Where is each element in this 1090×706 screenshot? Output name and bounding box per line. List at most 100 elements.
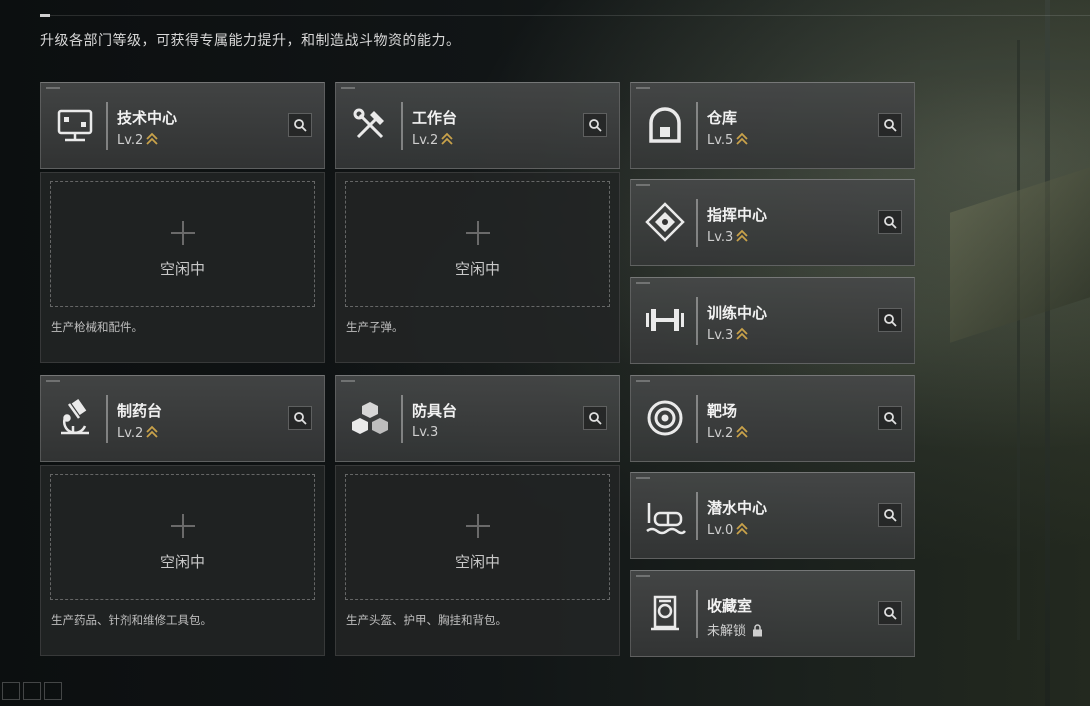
card-tag [636, 184, 650, 186]
search-icon [589, 119, 602, 132]
department-level: Lv.2 [412, 132, 453, 150]
upgrade-chevron-icon [736, 425, 748, 443]
search-icon [884, 509, 897, 522]
level-text: Lv.2 [707, 426, 734, 441]
card-tag [341, 380, 355, 382]
department-card-armor-bench[interactable]: 防具台 Lv.3 [335, 375, 620, 462]
plus-icon [466, 514, 490, 538]
page-subtitle: 升级各部门等级，可获得专属能力提升，和制造战斗物资的能力。 [40, 33, 461, 49]
department-name: 防具台 [412, 402, 458, 420]
level-text: Lv.3 [707, 230, 734, 245]
search-button[interactable] [878, 210, 902, 234]
department-level: Lv.3 [707, 229, 748, 247]
lock-icon [752, 624, 763, 641]
production-slot-pharmacy[interactable]: 空闲中 生产药品、针剂和维修工具包。 [40, 465, 325, 656]
card-tag [636, 477, 650, 479]
slot-description: 生产子弹。 [346, 320, 404, 334]
upgrade-chevron-icon [146, 132, 158, 150]
card-divider [401, 102, 403, 150]
department-card-pharmacy[interactable]: 制药台 Lv.2 [40, 375, 325, 462]
department-level: Lv.0 [707, 522, 748, 540]
search-button[interactable] [878, 503, 902, 527]
tools-icon [348, 103, 392, 147]
card-tag [636, 575, 650, 577]
toolbar-slot-icon[interactable] [2, 682, 20, 700]
background-container [950, 167, 1090, 343]
search-icon [294, 119, 307, 132]
search-icon [884, 607, 897, 620]
search-button[interactable] [878, 308, 902, 332]
slot-status: 空闲中 [159, 553, 205, 571]
background-rail [1017, 40, 1020, 640]
department-name: 训练中心 [707, 304, 768, 322]
microscope-icon [53, 396, 97, 440]
card-divider [696, 199, 698, 247]
level-text: Lv.5 [707, 133, 734, 148]
upgrade-chevron-icon [736, 327, 748, 345]
department-card-warehouse[interactable]: 仓库 Lv.5 [630, 82, 915, 169]
search-button[interactable] [288, 406, 312, 430]
card-tag [46, 380, 60, 382]
card-divider [696, 297, 698, 345]
card-divider [696, 492, 698, 540]
department-card-training-center[interactable]: 训练中心 Lv.3 [630, 277, 915, 364]
dumbbell-icon [643, 298, 687, 342]
search-icon [884, 119, 897, 132]
department-name: 技术中心 [117, 109, 178, 127]
toolbar-slot-icon[interactable] [44, 682, 62, 700]
toolbar-slot-icon[interactable] [23, 682, 41, 700]
card-divider [696, 102, 698, 150]
department-level: 未解锁 [707, 620, 763, 641]
upgrade-chevron-icon [736, 522, 748, 540]
department-card-workbench[interactable]: 工作台 Lv.2 [335, 82, 620, 169]
department-card-shooting-range[interactable]: 靶场 Lv.2 [630, 375, 915, 462]
search-button[interactable] [288, 113, 312, 137]
background-rail [1045, 0, 1050, 706]
department-name: 潜水中心 [707, 499, 768, 517]
department-name: 靶场 [707, 402, 738, 420]
department-level: Lv.3 [707, 327, 748, 345]
search-icon [884, 216, 897, 229]
department-name: 仓库 [707, 109, 738, 127]
background-beam [920, 60, 1090, 70]
production-slot-tech-center[interactable]: 空闲中 生产枪械和配件。 [40, 172, 325, 363]
monitor-icon [53, 103, 97, 147]
search-icon [884, 412, 897, 425]
department-name: 指挥中心 [707, 206, 768, 224]
level-text: Lv.2 [117, 426, 144, 441]
warehouse-icon [643, 103, 687, 147]
department-name: 制药台 [117, 402, 163, 420]
level-text: Lv.3 [412, 425, 439, 440]
search-button[interactable] [878, 601, 902, 625]
search-button[interactable] [583, 113, 607, 137]
search-button[interactable] [878, 113, 902, 137]
plus-icon [171, 221, 195, 245]
slot-status: 空闲中 [454, 553, 500, 571]
slot-description: 生产头盔、护甲、胸挂和背包。 [346, 613, 507, 627]
department-card-tech-center[interactable]: 技术中心 Lv.2 [40, 82, 325, 169]
top-divider-mark [40, 14, 50, 17]
production-slot-armor-bench[interactable]: 空闲中 生产头盔、护甲、胸挂和背包。 [335, 465, 620, 656]
card-divider [696, 395, 698, 443]
collection-case-icon [643, 591, 687, 635]
search-icon [884, 314, 897, 327]
department-card-diving-center[interactable]: 潜水中心 Lv.0 [630, 472, 915, 559]
level-text: Lv.3 [707, 328, 734, 343]
upgrade-chevron-icon [736, 132, 748, 150]
upgrade-chevron-icon [441, 132, 453, 150]
search-button[interactable] [878, 406, 902, 430]
department-level: Lv.2 [117, 425, 158, 443]
card-tag [636, 380, 650, 382]
command-diamond-icon [643, 200, 687, 244]
department-card-collection-room[interactable]: 收藏室 未解锁 [630, 570, 915, 657]
production-slot-workbench[interactable]: 空闲中 生产子弹。 [335, 172, 620, 363]
locked-text: 未解锁 [707, 624, 747, 639]
level-text: Lv.0 [707, 523, 734, 538]
department-name: 工作台 [412, 109, 458, 127]
card-divider [401, 395, 403, 443]
card-tag [46, 87, 60, 89]
search-button[interactable] [583, 406, 607, 430]
level-text: Lv.2 [117, 133, 144, 148]
target-icon [643, 396, 687, 440]
department-card-command-center[interactable]: 指挥中心 Lv.3 [630, 179, 915, 266]
